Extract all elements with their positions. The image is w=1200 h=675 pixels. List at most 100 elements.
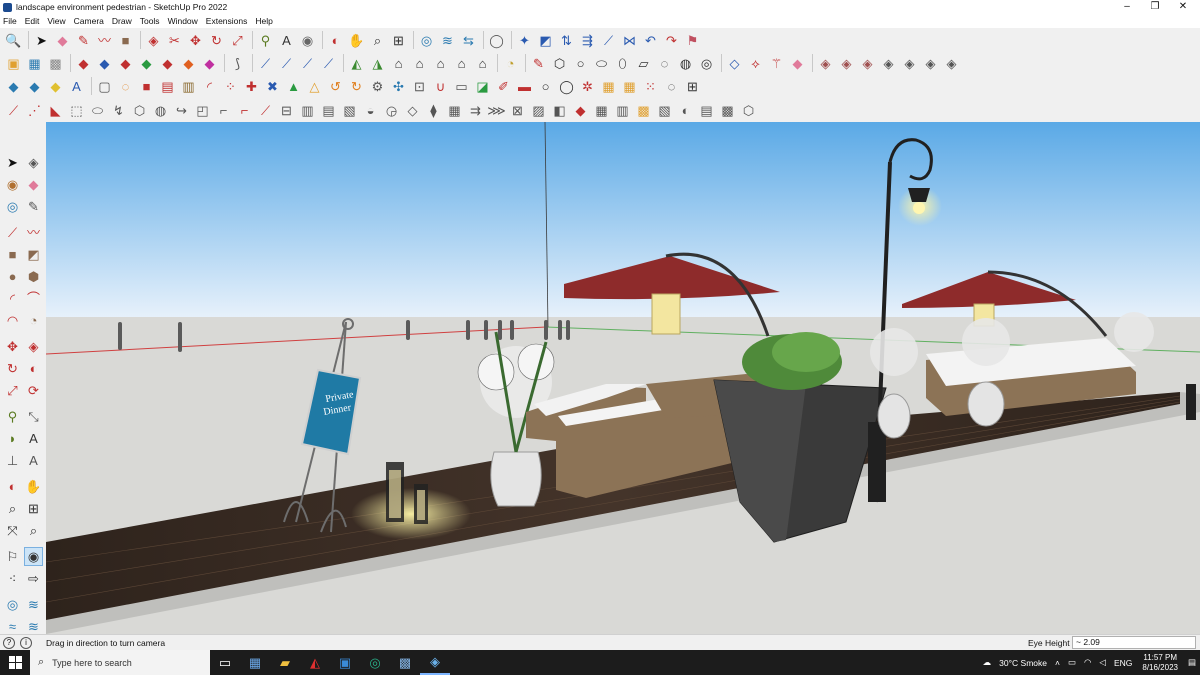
dimension-tool-icon[interactable]: ⤡ (24, 407, 43, 426)
tool-f-icon[interactable]: ◆ (179, 54, 198, 73)
zoom-tool-left-icon[interactable]: ⌕ (3, 499, 22, 518)
magnet-tool-icon[interactable]: ∪ (431, 77, 450, 96)
cross-tool-icon[interactable]: ✖ (263, 77, 282, 96)
scale-tool-left-icon[interactable]: ⤢ (3, 381, 22, 400)
shape-8-icon[interactable]: ◎ (697, 54, 716, 73)
rotate-tool-icon[interactable]: ↺ (326, 77, 345, 96)
follow-me-tool-icon[interactable]: ◐ (24, 359, 43, 378)
menu-file[interactable]: File (3, 16, 17, 26)
shape-3-icon[interactable]: ⬭ (592, 54, 611, 73)
curve-tool-icon[interactable]: ⟆ (228, 54, 247, 73)
row4-tool-1-icon[interactable]: ⟋ (4, 101, 23, 120)
push-pull-icon[interactable]: ◈ (144, 31, 163, 50)
zoom-icon[interactable]: ⌕ (368, 31, 387, 50)
rotate-tool-left-icon[interactable]: ↻ (3, 359, 22, 378)
style-4-icon[interactable]: ◈ (879, 54, 898, 73)
row4-tool-18-icon[interactable]: ◒ (361, 101, 380, 120)
menu-tools[interactable]: Tools (140, 16, 160, 26)
look-around-eye-icon[interactable]: ◉ (24, 547, 43, 566)
row4-tool-4-icon[interactable]: ⬚ (67, 101, 86, 120)
language-indicator[interactable]: ENG (1114, 658, 1132, 668)
zoom-window-tool-icon[interactable]: ⊞ (24, 499, 43, 518)
walk-footprints-icon[interactable]: ⁖ (3, 569, 22, 588)
menu-view[interactable]: View (47, 16, 65, 26)
row4-tool-32-icon[interactable]: ▧ (655, 101, 674, 120)
grid-tool-2-icon[interactable]: ⊞ (683, 77, 702, 96)
house-4-icon[interactable]: ⌂ (452, 54, 471, 73)
row4-tool-28-icon[interactable]: ◆ (571, 101, 590, 120)
style-6-icon[interactable]: ◈ (921, 54, 940, 73)
circle-tool-icon[interactable]: ○ (536, 77, 555, 96)
select-arrow-icon[interactable]: ➤ (32, 31, 51, 50)
box-icon[interactable]: ▣ (4, 54, 23, 73)
edge-icon[interactable]: ⟡ (746, 54, 765, 73)
two-point-arc-icon[interactable]: ⌒ (24, 289, 43, 308)
move-icon[interactable]: ✥ (186, 31, 205, 50)
face-tool-2-icon[interactable]: ◆ (25, 77, 44, 96)
row4-tool-8-icon[interactable]: ◍ (151, 101, 170, 120)
magic-wand-icon[interactable]: ⚚ (767, 54, 786, 73)
lock-tool-icon[interactable]: ⊡ (410, 77, 429, 96)
sandbox-2-icon[interactable]: ◮ (368, 54, 387, 73)
plugin-move-icon[interactable]: ✦ (515, 31, 534, 50)
house-5-icon[interactable]: ⌂ (473, 54, 492, 73)
polygon-tool-icon[interactable]: ⬢ (24, 267, 43, 286)
menu-camera[interactable]: Camera (74, 16, 104, 26)
section-plane-icon[interactable]: ⇨ (24, 569, 43, 588)
row4-tool-12-icon[interactable]: ⌐ (235, 101, 254, 120)
rotate-icon[interactable]: ↻ (207, 31, 226, 50)
previous-view-icon[interactable]: ⌕ (24, 521, 43, 540)
make-component-icon[interactable]: ◈ (24, 153, 43, 172)
house-icon[interactable]: ⌂ (389, 54, 408, 73)
cube-blue-icon[interactable]: ▦ (25, 54, 44, 73)
cone-tool-icon[interactable]: ▲ (284, 77, 303, 96)
3d-viewport[interactable]: Private Dinner (46, 122, 1200, 634)
pen-tool-icon[interactable]: ✎ (529, 54, 548, 73)
pie-tool-icon[interactable]: ◔ (24, 311, 43, 330)
extension-warehouse-icon[interactable]: ≋ (438, 31, 457, 50)
row4-tool-2-icon[interactable]: ⋰ (25, 101, 44, 120)
triangle-tool-icon[interactable]: △ (305, 77, 324, 96)
network-icon[interactable]: ▭ (1068, 657, 1076, 668)
offset-tool-icon[interactable]: ⟳ (24, 381, 43, 400)
house-2-icon[interactable]: ⌂ (410, 54, 429, 73)
row4-tool-23-icon[interactable]: ⇉ (466, 101, 485, 120)
row4-tool-5-icon[interactable]: ⬭ (88, 101, 107, 120)
zoom-window-icon[interactable]: ⊞ (389, 31, 408, 50)
house-3-icon[interactable]: ⌂ (431, 54, 450, 73)
calculator-app-icon[interactable]: ▦ (240, 650, 270, 675)
edge-browser-icon[interactable]: ◎ (360, 650, 390, 675)
tool-e-icon[interactable]: ◆ (158, 54, 177, 73)
arc-tool-left-icon[interactable]: ◜ (3, 289, 22, 308)
row4-tool-7-icon[interactable]: ⬡ (130, 101, 149, 120)
plugin-align-icon[interactable]: ⇶ (578, 31, 597, 50)
dot-tool-icon[interactable]: ⁘ (221, 77, 240, 96)
row4-tool-19-icon[interactable]: ◶ (382, 101, 401, 120)
plugin-mirror-icon[interactable]: ⋈ (620, 31, 639, 50)
tag-eraser-icon[interactable]: ✎ (24, 197, 43, 216)
pencil-line-icon[interactable]: ✎ (74, 31, 93, 50)
spiral-tool-icon[interactable]: ◌ (116, 77, 135, 96)
rectangle-icon[interactable]: ■ (116, 31, 135, 50)
task-view-icon[interactable]: ▭ (210, 650, 240, 675)
frame-tool-icon[interactable]: ▦ (599, 77, 618, 96)
tag-tool-icon[interactable]: ◔ (501, 54, 520, 73)
acrobat-icon[interactable]: ◭ (300, 650, 330, 675)
geo-location-icon[interactable]: i (20, 636, 32, 649)
rectangle-tool-icon[interactable]: ■ (3, 245, 22, 264)
erase-tool-icon[interactable]: ◆ (24, 175, 43, 194)
extension-warehouse-left-icon[interactable]: ≋ (24, 595, 43, 614)
plugin-redo-icon[interactable]: ↷ (662, 31, 681, 50)
face-tool-3-icon[interactable]: ◆ (46, 77, 65, 96)
eraser-icon[interactable]: ◆ (53, 31, 72, 50)
zoom-extents-icon[interactable]: 🔍 (4, 31, 23, 50)
orbit-tool-left-icon[interactable]: ◐ (3, 477, 22, 496)
pan-hand-icon[interactable]: ✋ (347, 31, 366, 50)
tray-chevron-icon[interactable]: ˄ (1055, 658, 1060, 668)
zoom-extents-tool-icon[interactable]: ⤧ (3, 521, 22, 540)
three-point-arc-icon[interactable]: ◠ (3, 311, 22, 330)
row4-tool-29-icon[interactable]: ▦ (592, 101, 611, 120)
rotate-tool-2-icon[interactable]: ↻ (347, 77, 366, 96)
menu-edit[interactable]: Edit (25, 16, 40, 26)
paint-tool-icon[interactable]: ◉ (3, 175, 22, 194)
